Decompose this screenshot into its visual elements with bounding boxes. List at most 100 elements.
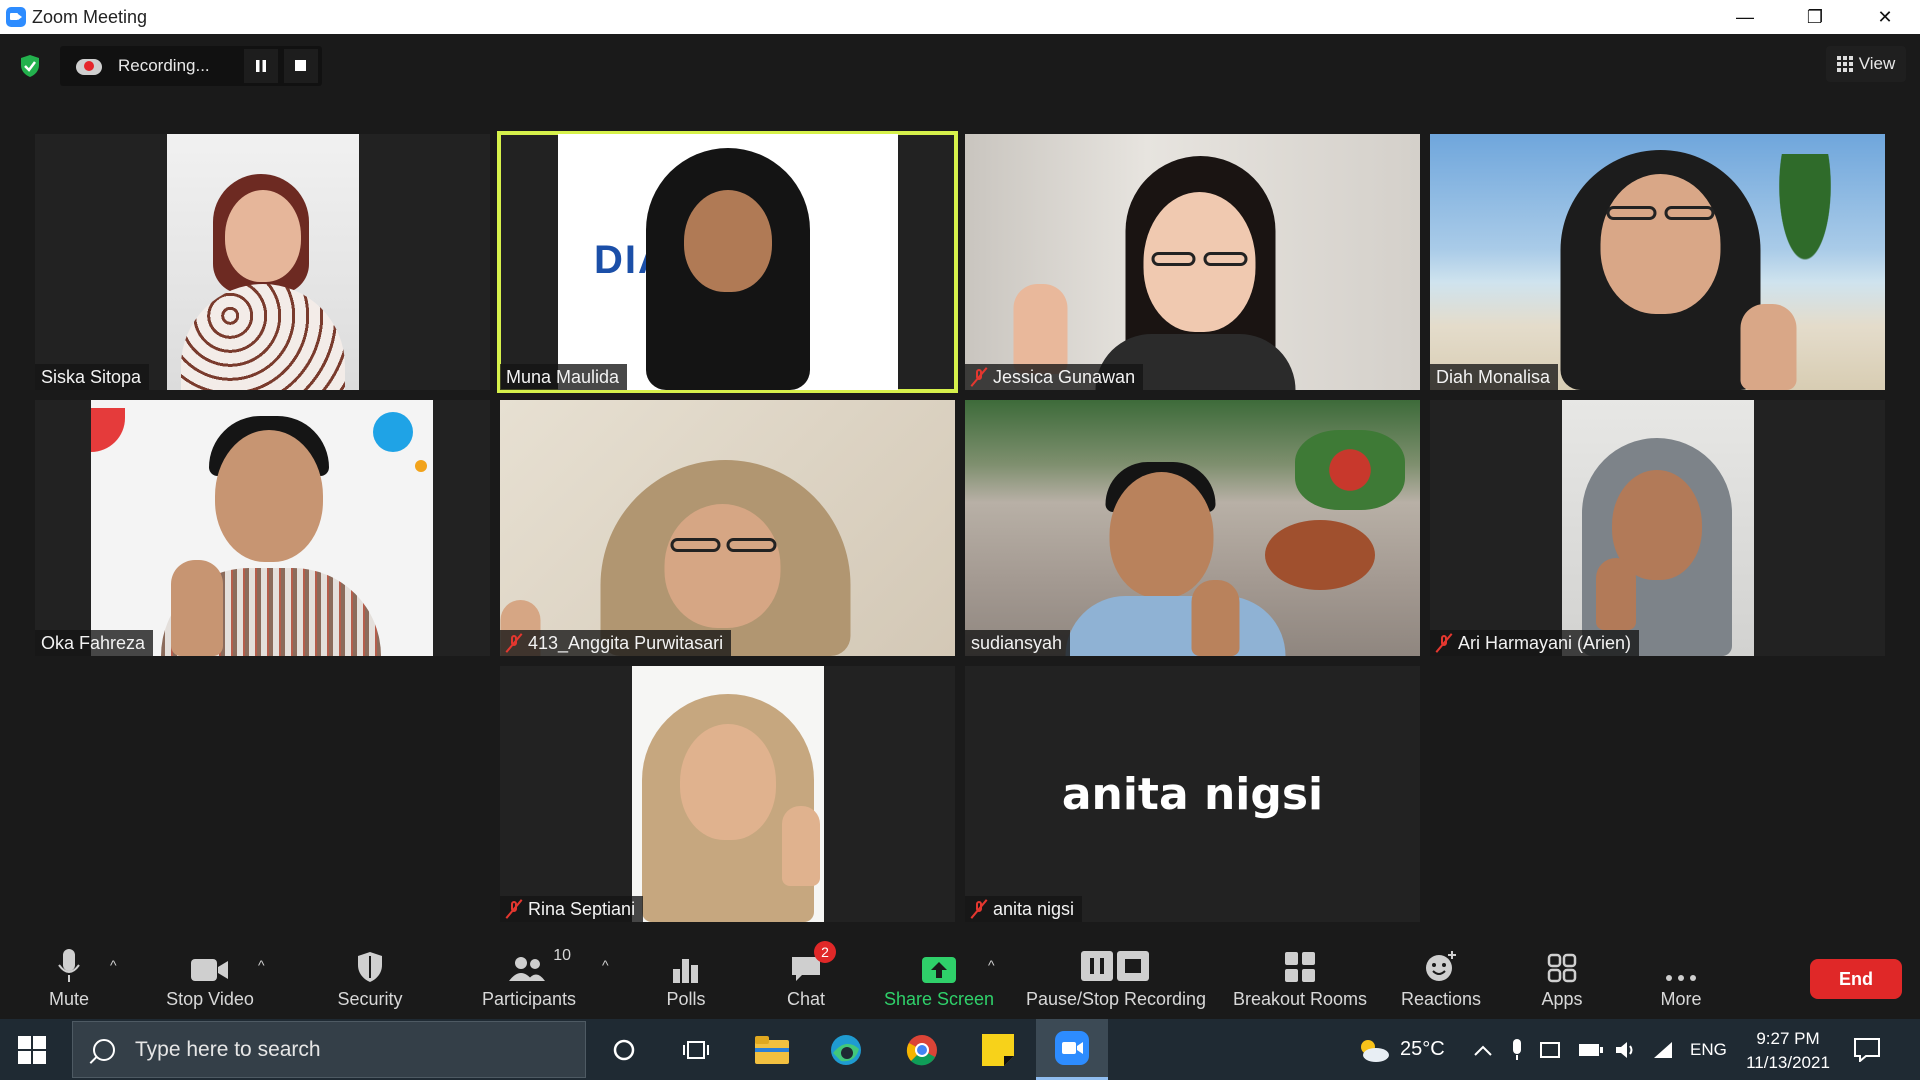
chat-bubble-icon: 2 (790, 939, 836, 983)
restore-button[interactable]: ❐ (1780, 0, 1850, 34)
audio-options-chevron-icon[interactable]: ^ (110, 957, 117, 973)
security-shield-icon (356, 939, 384, 983)
video-options-chevron-icon[interactable]: ^ (258, 957, 265, 973)
windows-taskbar: Type here to search 25°C ENG 9:27 PM 11/… (0, 1019, 1920, 1080)
show-hidden-icons-chevron-icon[interactable] (1474, 1019, 1492, 1080)
volume-tray-icon[interactable] (1614, 1019, 1638, 1080)
muted-mic-icon (970, 899, 988, 919)
participant-video (965, 400, 1420, 656)
participant-name-tag: Oka Fahreza (35, 630, 154, 656)
meeting-toolbar: Mute ^ Stop Video ^ Security 10 Particip… (0, 939, 1920, 1019)
meeting-topbar: Recording... View (0, 46, 1920, 86)
video-tile-active-speaker[interactable]: DIA KA Muna Maulida (497, 131, 958, 393)
participants-options-chevron-icon[interactable]: ^ (602, 957, 609, 973)
grid-icon (1836, 56, 1853, 72)
notifications-icon[interactable] (1854, 1019, 1880, 1080)
clock-date: 11/13/2021 (1746, 1053, 1830, 1072)
window-controls: — ❐ ✕ (1710, 0, 1920, 34)
zoom-app-icon (6, 7, 26, 27)
video-tile[interactable]: sudiansyah (965, 400, 1420, 656)
chrome-browser-icon[interactable] (886, 1019, 958, 1080)
microphone-tray-icon[interactable] (1510, 1019, 1524, 1080)
participant-video (965, 134, 1420, 390)
microphone-icon (57, 939, 81, 983)
share-screen-button[interactable]: Share Screen (884, 939, 994, 1019)
participant-name-tag: Siska Sitopa (35, 364, 150, 390)
video-tile[interactable]: Siska Sitopa (35, 134, 490, 390)
weather-cloud-sun-icon (1361, 1039, 1389, 1062)
chat-unread-badge: 2 (814, 941, 836, 963)
participant-video (500, 400, 955, 656)
input-language-indicator[interactable]: ENG (1690, 1019, 1727, 1080)
zoom-taskbar-icon[interactable] (1036, 1019, 1108, 1080)
windows-start-icon[interactable] (18, 1036, 46, 1064)
pause-stop-recording-button[interactable]: Pause/Stop Recording (1024, 939, 1208, 1019)
apps-button[interactable]: Apps (1540, 939, 1584, 1019)
video-tile[interactable]: Diah Monalisa (1430, 134, 1885, 390)
view-button[interactable]: View (1826, 46, 1906, 82)
polls-button[interactable]: Polls (660, 939, 712, 1019)
pause-recording-icon[interactable] (244, 49, 278, 83)
file-explorer-icon[interactable] (736, 1019, 808, 1080)
participant-name-tag: Muna Maulida (500, 364, 628, 390)
video-tile[interactable]: Oka Fahreza (35, 400, 490, 656)
taskbar-search-input[interactable]: Type here to search (72, 1021, 586, 1078)
polls-bar-chart-icon (672, 939, 700, 983)
participants-count: 10 (553, 947, 571, 964)
reactions-smiley-icon (1424, 939, 1458, 983)
end-meeting-button[interactable]: End (1810, 959, 1902, 999)
reactions-button[interactable]: Reactions (1400, 939, 1482, 1019)
network-warning-tray-icon[interactable] (1540, 1019, 1562, 1080)
participants-button[interactable]: 10 Participants (476, 939, 582, 1019)
participant-video (1430, 134, 1885, 390)
stop-video-button[interactable]: Stop Video (160, 939, 260, 1019)
mute-button[interactable]: Mute (42, 939, 96, 1019)
wifi-tray-icon[interactable] (1652, 1019, 1674, 1080)
minimize-button[interactable]: — (1710, 0, 1780, 34)
participants-icon: 10 (509, 939, 571, 983)
weather-widget[interactable]: 25°C (1356, 1019, 1445, 1080)
task-view-icon[interactable] (660, 1019, 732, 1080)
participant-video (632, 666, 824, 922)
video-camera-icon (191, 939, 229, 983)
video-tile[interactable]: Rina Septiani (500, 666, 955, 922)
edge-browser-icon[interactable] (810, 1019, 882, 1080)
stop-recording-icon[interactable] (284, 49, 318, 83)
more-ellipsis-icon (1664, 939, 1698, 983)
encryption-shield-icon[interactable] (14, 50, 46, 82)
participant-name-tag: 413_Anggita Purwitasari (500, 630, 732, 656)
participant-video (91, 400, 433, 656)
sticky-notes-icon[interactable] (962, 1019, 1034, 1080)
participant-display-name: anita nigsi (1061, 768, 1324, 820)
window-titlebar: Zoom Meeting — ❐ ✕ (0, 0, 1920, 34)
security-button[interactable]: Security (334, 939, 406, 1019)
cloud-recording-icon (76, 57, 102, 75)
muted-mic-icon (505, 633, 523, 653)
muted-mic-icon (1435, 633, 1453, 653)
muted-mic-icon (505, 899, 523, 919)
taskbar-clock[interactable]: 9:27 PM 11/13/2021 (1738, 1027, 1838, 1075)
share-options-chevron-icon[interactable]: ^ (988, 957, 995, 973)
meeting-area: Recording... View Siska Sitopa DIA KA (0, 34, 1920, 939)
participant-name-tag: sudiansyah (965, 630, 1071, 656)
recording-label: Recording... (118, 56, 210, 75)
more-button[interactable]: More (1656, 939, 1706, 1019)
cortana-icon[interactable] (588, 1019, 660, 1080)
recording-indicator: Recording... (60, 46, 322, 86)
video-tile[interactable]: Jessica Gunawan (965, 134, 1420, 390)
apps-icon (1547, 939, 1577, 983)
participant-video: DIA KA (558, 134, 898, 390)
window-title: Zoom Meeting (32, 6, 148, 27)
breakout-rooms-button[interactable]: Breakout Rooms (1232, 939, 1368, 1019)
video-tile[interactable]: 413_Anggita Purwitasari (500, 400, 955, 656)
video-tile[interactable]: Ari Harmayani (Arien) (1430, 400, 1885, 656)
participant-name-tag: Jessica Gunawan (965, 364, 1144, 390)
video-tile-video-off[interactable]: anita nigsi anita nigsi (965, 666, 1420, 922)
participant-video (167, 134, 359, 390)
battery-tray-icon[interactable] (1578, 1019, 1604, 1080)
close-button[interactable]: ✕ (1850, 0, 1920, 34)
breakout-rooms-grid-icon (1284, 939, 1316, 983)
search-icon (93, 1038, 115, 1061)
participant-video (1562, 400, 1754, 656)
chat-button[interactable]: 2 Chat (784, 939, 836, 1019)
